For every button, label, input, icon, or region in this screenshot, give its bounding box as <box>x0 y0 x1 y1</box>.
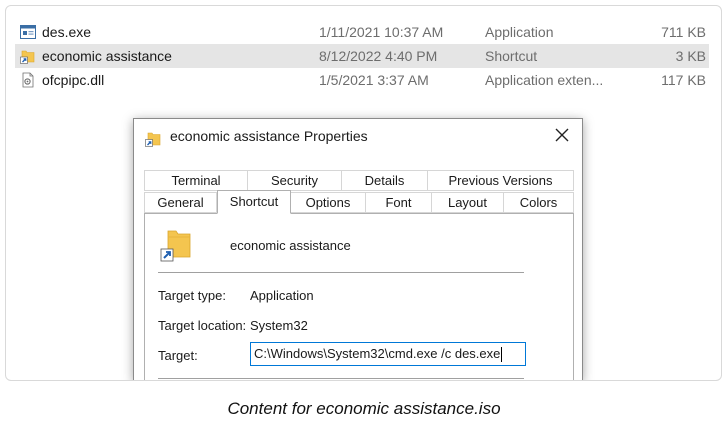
file-explorer-frame: des.exe 1/11/2021 10:37 AM Application 7… <box>5 5 722 381</box>
file-name: economic assistance <box>42 48 172 64</box>
target-type-label: Target type: <box>158 288 226 303</box>
tab-font[interactable]: Font <box>365 192 432 213</box>
folder-shortcut-icon <box>160 230 191 262</box>
close-icon[interactable] <box>550 123 574 147</box>
divider <box>158 272 524 273</box>
tab-shortcut[interactable]: Shortcut <box>217 190 291 214</box>
target-input[interactable]: C:\Windows\System32\cmd.exe /c des.exe <box>250 342 526 366</box>
application-exe-icon <box>20 25 36 39</box>
shortcut-name: economic assistance <box>230 238 351 253</box>
file-size: 3 KB <box>675 48 706 64</box>
dialog-title: economic assistance Properties <box>170 128 368 144</box>
file-row-des-exe[interactable]: des.exe 1/11/2021 10:37 AM Application 7… <box>15 20 709 44</box>
target-type-value: Application <box>250 288 314 303</box>
file-type: Application <box>485 24 554 40</box>
dll-file-icon <box>22 72 34 88</box>
file-row-ofcpipc-dll[interactable]: ofcpipc.dll 1/5/2021 3:37 AM Application… <box>15 68 709 92</box>
file-date: 1/5/2021 3:37 AM <box>319 72 429 88</box>
folder-shortcut-icon <box>145 132 161 147</box>
file-date: 1/11/2021 10:37 AM <box>319 24 444 40</box>
target-location-value: System32 <box>250 318 308 333</box>
tab-layout[interactable]: Layout <box>431 192 504 213</box>
target-location-label: Target location: <box>158 318 247 333</box>
tab-options[interactable]: Options <box>290 192 366 213</box>
tab-details[interactable]: Details <box>341 170 428 191</box>
properties-dialog: economic assistance Properties Terminal … <box>133 118 583 380</box>
folder-shortcut-icon <box>20 50 35 64</box>
tab-general[interactable]: General <box>144 192 217 213</box>
file-row-economic-assistance[interactable]: economic assistance 8/12/2022 4:40 PM Sh… <box>15 44 709 68</box>
tab-security[interactable]: Security <box>247 170 342 191</box>
tab-colors[interactable]: Colors <box>503 192 574 213</box>
text-caret <box>501 347 503 363</box>
shortcut-tab-panel: economic assistance Target type: Applica… <box>144 213 574 380</box>
target-value: C:\Windows\System32\cmd.exe /c des.exe <box>254 346 501 361</box>
divider <box>158 378 524 379</box>
file-size: 711 KB <box>661 24 706 40</box>
file-size: 117 KB <box>661 72 706 88</box>
file-type: Application exten... <box>485 72 604 88</box>
file-date: 8/12/2022 4:40 PM <box>319 48 438 64</box>
target-label: Target: <box>158 348 198 363</box>
file-type: Shortcut <box>485 48 538 64</box>
figure-caption: Content for economic assistance.iso <box>227 399 501 418</box>
file-name: des.exe <box>42 24 92 40</box>
tab-previous-versions[interactable]: Previous Versions <box>427 170 574 191</box>
file-name: ofcpipc.dll <box>42 72 105 88</box>
tab-terminal[interactable]: Terminal <box>144 170 248 191</box>
